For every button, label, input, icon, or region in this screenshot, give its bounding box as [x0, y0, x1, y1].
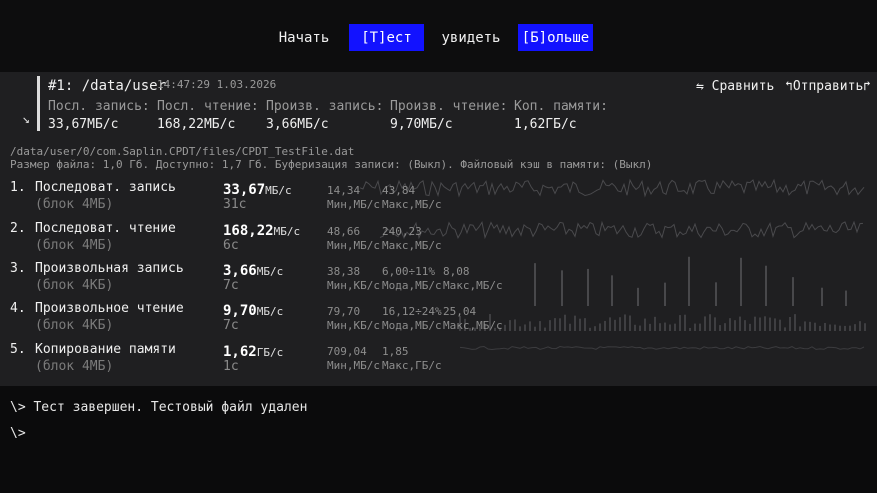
stat-min-label: Мин,КБ/с [327, 319, 380, 332]
console-status-line: \> Тест завершен. Тестовый файл удален [10, 400, 308, 415]
stat-mode-value: 6,00÷11% [382, 265, 435, 278]
test-duration: 7с [223, 318, 239, 333]
console-prompt[interactable]: \> [10, 426, 26, 441]
result-timestamp: 14:47:29 1.03.2026 [157, 78, 277, 91]
test-duration: 1с [223, 359, 239, 374]
menu-start[interactable]: Начать [272, 24, 336, 51]
result-header-bar [37, 76, 40, 131]
summary-label-seq-read: Посл. чтение: [157, 99, 259, 114]
file-path: /data/user/0/com.Saplin.CPDT/files/CPDT_… [10, 145, 355, 158]
collapse-arrow-icon[interactable]: ↘ [22, 112, 30, 127]
stat-min-value: 38,38 [327, 265, 361, 278]
summary-value-rand-write: 3,66МБ/с [266, 117, 329, 132]
stat-min-label: Мин,МБ/с [327, 239, 380, 252]
summary-label-rand-read: Произв. чтение: [390, 99, 508, 114]
summary-value-mem-copy: 1,62ГБ/с [514, 117, 577, 132]
test-score: 3,66МБ/с [223, 260, 283, 279]
test-duration: 7с [223, 278, 239, 293]
stat-min-label: Мин,КБ/с [327, 279, 380, 292]
test-number: 1. [10, 180, 26, 195]
stat-mode-label: Мода,МБ/с [382, 319, 442, 332]
test-name: Копирование памяти [35, 342, 176, 357]
stat-max-label: Макс,МБ/с [382, 239, 442, 252]
test-number: 2. [10, 221, 26, 236]
test-score-value: 33,67 [223, 182, 266, 198]
test-number: 3. [10, 261, 26, 276]
test-name: Произвольная запись [35, 261, 184, 276]
test-block-size: (блок 4КБ) [35, 318, 114, 333]
summary-value-rand-read: 9,70МБ/с [390, 117, 453, 132]
test-score-unit: МБ/с [256, 305, 284, 318]
test-score-unit: МБ/с [265, 184, 292, 197]
file-info: Размер файла: 1,0 Гб. Доступно: 1,7 Гб. … [10, 158, 653, 171]
test-score-value: 3,66 [223, 263, 257, 279]
test-score-unit: МБ/с [273, 225, 301, 238]
stat-max-label: Макс,МБ/с [443, 279, 503, 292]
result-title: #1: /data/user [48, 78, 167, 94]
stat-mode-value: 16,12÷24% [382, 305, 442, 318]
test-number: 5. [10, 342, 26, 357]
test-block-size: (блок 4КБ) [35, 278, 114, 293]
menu-test[interactable]: [Т]ест [349, 24, 424, 51]
stat-min-label: Мин,МБ/с [327, 359, 380, 372]
test-duration: 31с [223, 197, 247, 212]
compare-button[interactable]: ⇋ Сравнить [696, 79, 774, 94]
menu-more[interactable]: [Б]ольше [518, 24, 593, 51]
test-name: Произвольное чтение [35, 301, 184, 316]
test-block-size: (блок 4МБ) [35, 197, 114, 212]
test-score-value: 168,22 [223, 223, 274, 239]
stat-min-value: 14,34 [327, 184, 361, 197]
summary-label-rand-write: Произв. запись: [266, 99, 384, 114]
test-block-size: (блок 4МБ) [35, 238, 114, 253]
test-name: Последоват. чтение [35, 221, 176, 236]
summary-value-seq-read: 168,22МБ/с [157, 117, 236, 132]
test-score: 33,67МБ/с [223, 179, 292, 198]
stat-min-value: 48,66 [327, 225, 361, 238]
test-score-value: 9,70 [223, 303, 257, 319]
summary-label-mem-copy: Коп. памяти: [514, 99, 608, 114]
stat-max-value: 25,04 [443, 305, 477, 318]
stat-min-label: Мин,МБ/с [327, 198, 380, 211]
test-score-unit: МБ/с [256, 265, 284, 278]
test-number: 4. [10, 301, 26, 316]
stat-mode-label: Мода,МБ/с [382, 279, 442, 292]
stat-max-value: 1,85 [382, 345, 409, 358]
menu-view[interactable]: увидеть [436, 24, 506, 51]
stat-max-value: 240,23 [382, 225, 422, 238]
stat-max-label: Макс,ГБ/с [382, 359, 442, 372]
stat-min-value: 79,70 [327, 305, 361, 318]
test-duration: 6с [223, 238, 239, 253]
stat-max-label: Макс,МБ/с [443, 319, 503, 332]
test-score-unit: ГБ/с [256, 346, 284, 359]
stat-max-value: 43,84 [382, 184, 416, 197]
test-score: 168,22МБ/с [223, 220, 300, 239]
stat-max-value: 8,08 [443, 265, 470, 278]
test-score: 1,62ГБ/с [223, 341, 283, 360]
test-score-value: 1,62 [223, 344, 257, 360]
stat-min-value: 709,04 [327, 345, 367, 358]
summary-label-seq-write: Посл. запись: [48, 99, 150, 114]
summary-value-seq-write: 33,67МБ/с [48, 117, 119, 132]
stat-max-label: Макс,МБ/с [382, 198, 442, 211]
send-button[interactable]: ↰Отправить↱ [785, 79, 871, 94]
test-score: 9,70МБ/с [223, 300, 283, 319]
test-block-size: (блок 4МБ) [35, 359, 114, 374]
test-name: Последоват. запись [35, 180, 176, 195]
